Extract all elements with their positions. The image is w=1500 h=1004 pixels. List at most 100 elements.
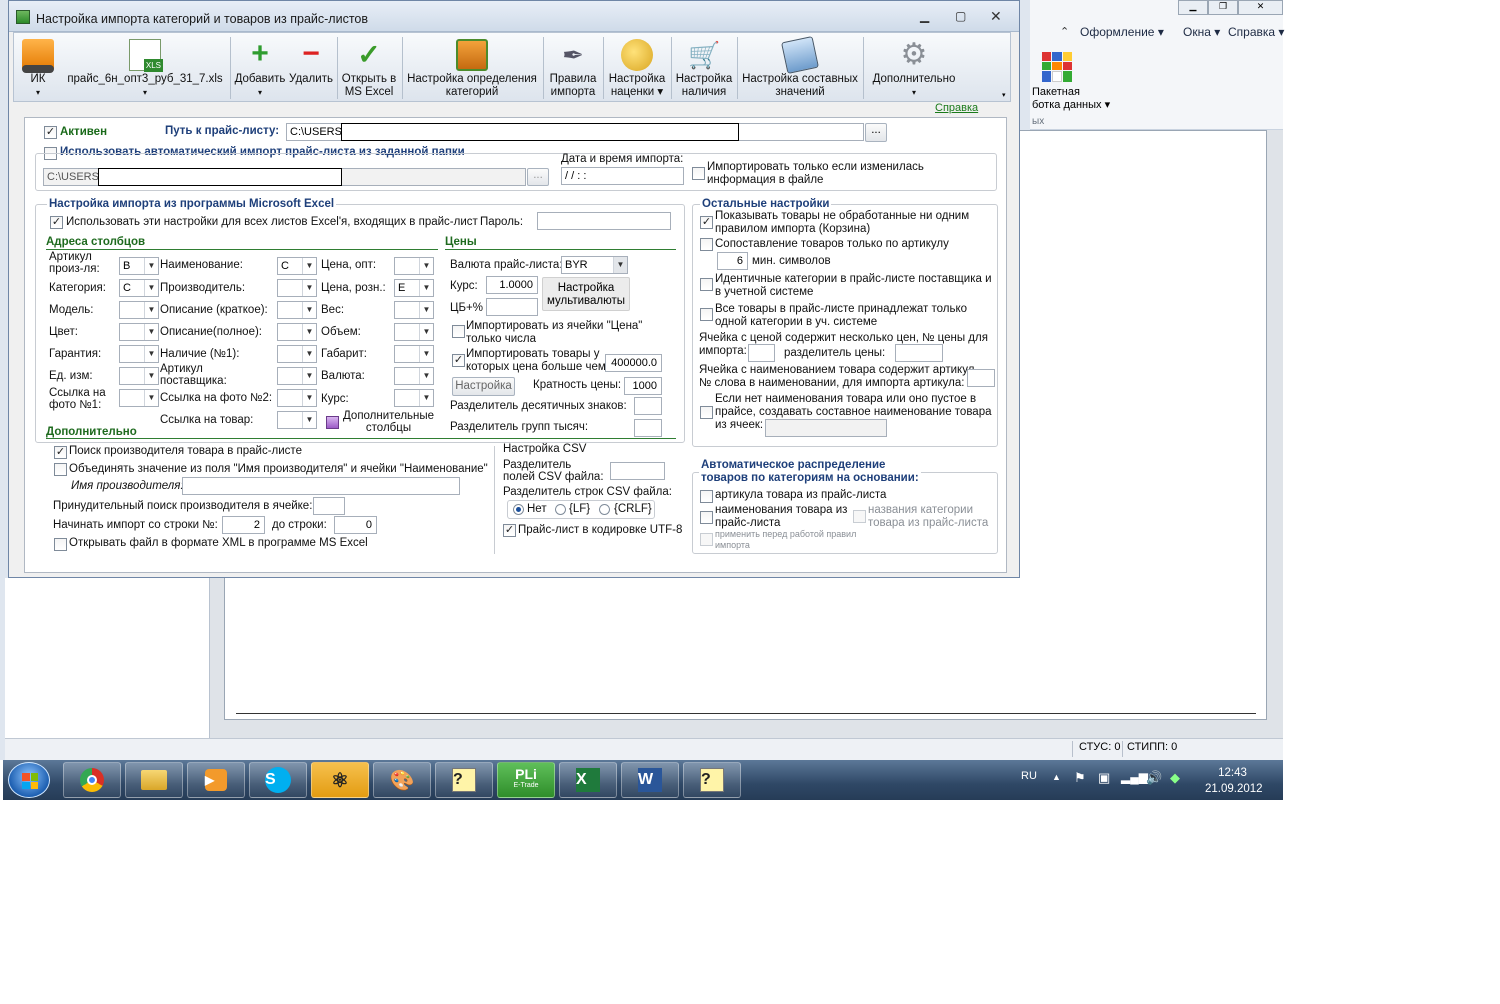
multicurrency-button[interactable]: Настройка мультивалюты <box>542 277 630 311</box>
end-row-input[interactable]: 0 <box>334 516 377 534</box>
column-retail-price-combo[interactable]: E ▼ <box>394 279 434 297</box>
csv-none-radio[interactable] <box>513 504 524 515</box>
column-sku-manufacturer-combo[interactable]: B ▼ <box>119 257 159 275</box>
price-separator-input[interactable] <box>895 344 943 362</box>
rubiks-cube-icon[interactable] <box>1042 52 1072 82</box>
price-number-input[interactable] <box>748 344 775 362</box>
restore-icon[interactable]: ❐ <box>1208 0 1238 15</box>
batch-processing-button[interactable]: Пакетная ботка данных ▾ <box>1032 86 1110 112</box>
help-link[interactable]: Справка <box>935 102 978 114</box>
composite-name-cells-input[interactable] <box>765 419 887 437</box>
column-category-combo[interactable]: C ▼ <box>119 279 159 297</box>
import-rules-button[interactable]: ✒ Правила импорта <box>545 35 601 101</box>
import-if-changed-checkbox[interactable] <box>692 167 705 180</box>
chevron-up-icon[interactable]: ⌃ <box>1060 25 1069 38</box>
all-sheets-checkbox[interactable]: ✓ <box>50 216 63 229</box>
match-by-sku-checkbox[interactable] <box>700 238 713 251</box>
language-indicator[interactable]: RU <box>1021 770 1037 782</box>
column-dimensions-combo[interactable]: ▼ <box>394 345 434 363</box>
cb-percent-input[interactable] <box>486 298 538 316</box>
taskbar-word-icon[interactable]: W <box>621 762 679 798</box>
price-setup-button[interactable]: Настройка <box>452 377 515 396</box>
column-unit-combo[interactable]: ▼ <box>119 367 159 385</box>
category-definition-button[interactable]: Настройка определения категорий <box>404 35 540 101</box>
menu-oformlenie[interactable]: Оформление ▾ <box>1080 25 1164 39</box>
column-photo2-combo[interactable]: ▼ <box>277 389 317 407</box>
column-supplier-sku-combo[interactable]: ▼ <box>277 367 317 385</box>
extra-columns-button[interactable]: Дополнительные столбцы <box>343 410 434 434</box>
dist-by-sku-checkbox[interactable] <box>700 490 713 503</box>
start-orb-icon[interactable] <box>8 762 50 798</box>
column-manufacturer-combo[interactable]: ▼ <box>277 279 317 297</box>
price-file-button[interactable]: XLS прайс_6н_опт3_руб_31_7.xls ▾ <box>62 35 228 101</box>
utf8-checkbox[interactable]: ✓ <box>503 524 516 537</box>
manufacturer-name-input[interactable] <box>182 477 460 495</box>
add-button[interactable]: + Добавить ▾ <box>232 35 288 101</box>
tray-volume-icon[interactable]: 🔊 <box>1146 770 1162 786</box>
csv-field-separator-input[interactable] <box>610 462 665 480</box>
single-category-checkbox[interactable] <box>700 308 713 321</box>
multiplicity-input[interactable]: 1000 <box>624 377 662 395</box>
forced-search-input[interactable] <box>313 497 345 515</box>
tray-network-icon[interactable]: ▂▄▆ <box>1121 770 1148 784</box>
apply-before-rules-checkbox[interactable] <box>700 533 713 546</box>
column-name-combo[interactable]: C ▼ <box>277 257 317 275</box>
additional-button[interactable]: ⚙ Дополнительно ▾ <box>865 35 963 101</box>
markup-settings-button[interactable]: Настройка наценки ▾ <box>605 35 669 101</box>
menu-okna[interactable]: Окна ▾ <box>1183 25 1220 39</box>
column-volume-combo[interactable]: ▼ <box>394 323 434 341</box>
taskbar-skype-icon[interactable]: S <box>249 762 307 798</box>
password-input[interactable] <box>537 212 671 230</box>
dialog-minimize-icon[interactable]: ▁ <box>920 9 929 23</box>
taskbar-paint-icon[interactable]: 🎨 <box>373 762 431 798</box>
datetime-input[interactable]: / / : : <box>561 167 684 185</box>
composite-values-button[interactable]: Настройка составных значений <box>739 35 861 101</box>
show-unprocessed-checkbox[interactable]: ✓ <box>700 216 713 229</box>
column-stock-combo[interactable]: ▼ <box>277 345 317 363</box>
tray-app-icon[interactable]: ◆ <box>1170 770 1180 786</box>
import-greater-checkbox[interactable]: ✓ <box>452 354 465 367</box>
tray-expand-icon[interactable]: ▲ <box>1052 772 1061 782</box>
column-full-desc-combo[interactable]: ▼ <box>277 323 317 341</box>
column-warranty-combo[interactable]: ▼ <box>119 345 159 363</box>
merge-fields-checkbox[interactable] <box>54 463 67 476</box>
column-photo1-combo[interactable]: ▼ <box>119 389 159 407</box>
dialog-titlebar[interactable]: Настройка импорта категорий и товаров из… <box>9 1 1019 32</box>
column-rate-combo[interactable]: ▼ <box>394 389 434 407</box>
csv-crlf-radio[interactable] <box>599 504 610 515</box>
dialog-maximize-icon[interactable]: ▢ <box>955 9 966 23</box>
taskbar-excel-icon[interactable]: X <box>559 762 617 798</box>
delete-button[interactable]: − Удалить <box>288 35 334 101</box>
stock-settings-button[interactable]: 🛒 Настройка наличия <box>673 35 735 101</box>
dist-by-category-checkbox[interactable] <box>853 510 866 523</box>
taskbar-media-player-icon[interactable]: ▶ <box>187 762 245 798</box>
taskbar-help-app-icon[interactable]: ? <box>435 762 493 798</box>
browse-path-button[interactable]: ... <box>865 123 887 142</box>
start-row-input[interactable]: 2 <box>222 516 265 534</box>
minimize-icon[interactable]: ▁ <box>1178 0 1208 15</box>
min-chars-input[interactable]: 6 <box>717 252 748 270</box>
menu-spravka[interactable]: Справка ▾ <box>1228 25 1284 39</box>
column-wholesale-price-combo[interactable]: ▼ <box>394 257 434 275</box>
tray-clock[interactable]: 12:43 21.09.2012 <box>1205 765 1263 797</box>
column-currency-combo[interactable]: ▼ <box>394 367 434 385</box>
rate-input[interactable]: 1.0000 <box>486 276 538 294</box>
taskbar-help-app-2-icon[interactable]: ? <box>683 762 741 798</box>
composite-name-checkbox[interactable] <box>700 406 713 419</box>
taskbar-pli-icon[interactable]: PLi E-Trade <box>497 762 555 798</box>
taskbar-chrome-icon[interactable] <box>63 762 121 798</box>
thousand-separator-input[interactable] <box>634 419 662 437</box>
dialog-close-icon[interactable]: ✕ <box>990 8 1002 25</box>
min-price-input[interactable]: 400000.0 <box>605 354 662 372</box>
csv-lf-radio[interactable] <box>555 504 566 515</box>
open-xml-checkbox[interactable] <box>54 538 67 551</box>
extra-columns-icon[interactable] <box>326 416 339 429</box>
decimal-separator-input[interactable] <box>634 397 662 415</box>
currency-combo[interactable]: BYR ▼ <box>561 256 628 274</box>
search-manufacturer-checkbox[interactable]: ✓ <box>54 446 67 459</box>
tray-device-icon[interactable]: ▣ <box>1098 770 1110 786</box>
ik-button[interactable]: ИК ▾ <box>18 35 58 101</box>
browse-folder-button[interactable]: ... <box>527 168 549 186</box>
import-numbers-only-checkbox[interactable] <box>452 325 465 338</box>
sku-word-number-input[interactable] <box>967 369 995 387</box>
